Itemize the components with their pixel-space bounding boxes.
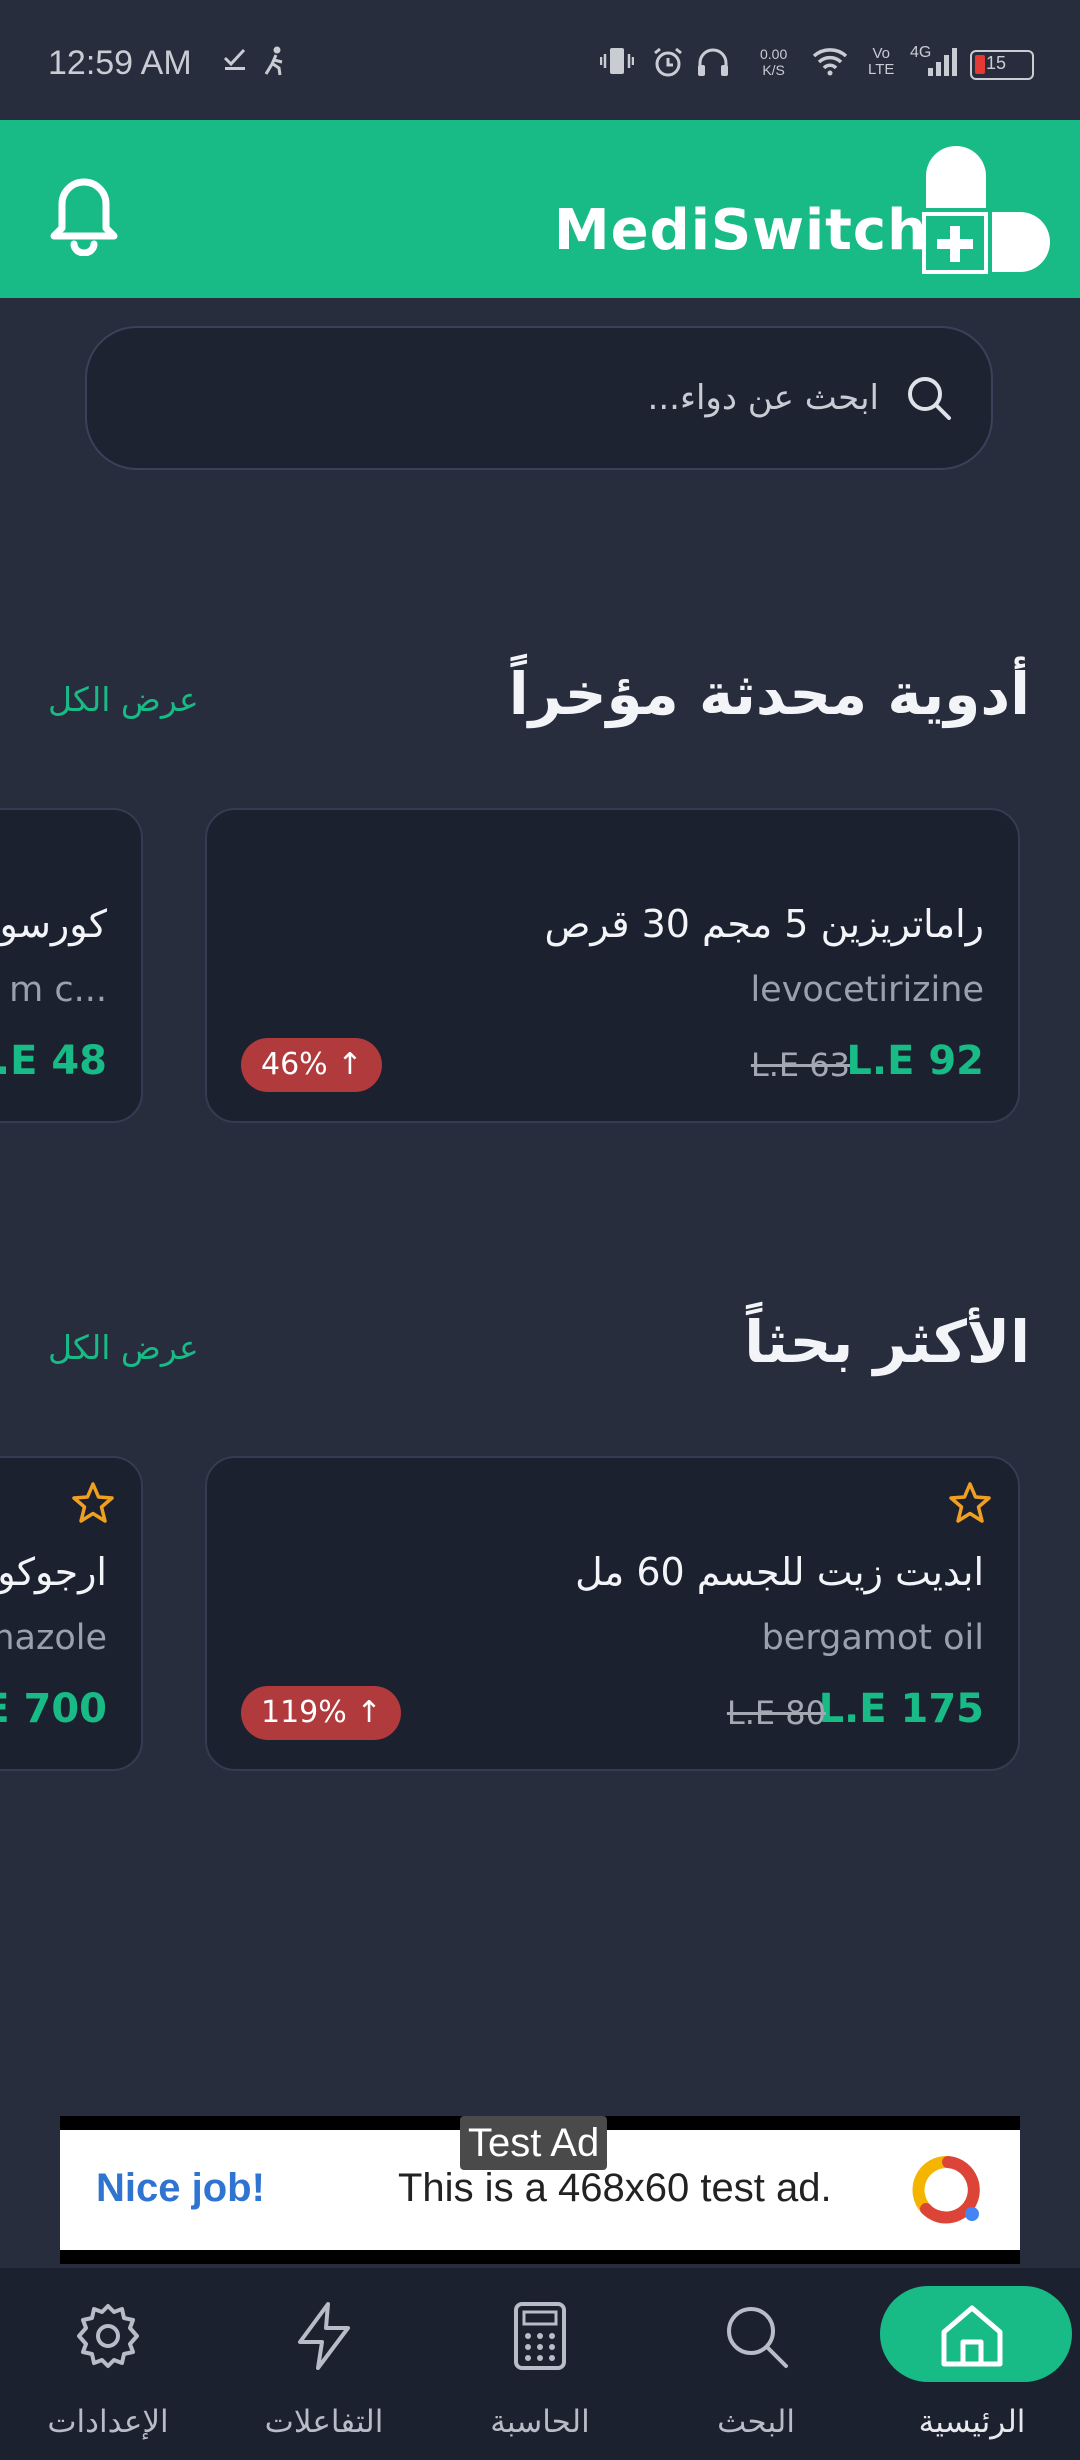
medicine-card[interactable]: راماتريزين 5 مجم 30 قرص levocetirizine L… <box>205 808 1020 1123</box>
volte-bottom: LTE <box>868 61 895 78</box>
volte-top: Vo <box>872 45 890 62</box>
nav-item-calculator[interactable]: الحاسبة <box>432 2268 648 2460</box>
nav-item-settings[interactable]: الإعدادات <box>0 2268 216 2460</box>
nav-label: البحث <box>717 2404 795 2440</box>
network-speed: 0.00 K/S <box>760 46 787 78</box>
vibrate-icon <box>600 48 634 74</box>
arrow-up-icon: ↑ <box>337 1047 363 1082</box>
home-icon <box>941 2305 1003 2367</box>
brand-logo-icon <box>922 146 1050 274</box>
price-change-value: 119% <box>261 1695 347 1730</box>
nav-label: الرئيسية <box>918 2404 1026 2440</box>
brand-name: MediSwitch <box>553 198 928 263</box>
ad-text: This is a 468x60 test ad. <box>398 2166 832 2210</box>
nav-item-home[interactable]: الرئيسية <box>864 2268 1080 2460</box>
alarm-icon <box>654 47 682 77</box>
medicine-card[interactable]: كورسو m c... .E 48 <box>0 808 143 1123</box>
nav-item-interactions[interactable]: التفاعلات <box>216 2268 432 2460</box>
arrow-up-icon: ↑ <box>356 1695 382 1730</box>
medicine-generic: m c... <box>9 970 107 1010</box>
nav-label: الحاسبة <box>490 2404 590 2440</box>
price-change-value: 46% <box>261 1047 328 1082</box>
lightning-icon <box>298 2302 350 2370</box>
ad-label: Test Ad <box>460 2116 608 2170</box>
medicine-generic: bergamot oil <box>761 1618 984 1658</box>
app-header: MediSwitch <box>0 120 1080 298</box>
view-all-recent-link[interactable]: عرض الكل <box>48 680 199 719</box>
search-input[interactable]: ابحث عن دواء... <box>85 326 993 470</box>
star-icon[interactable] <box>69 1480 117 1528</box>
medicine-generic: levocetirizine <box>750 970 984 1010</box>
price-old: L.E 63 <box>750 1046 850 1084</box>
section-title-popular: الأكثر بحثاً <box>744 1308 1030 1376</box>
medicine-name: ابديت زيت للجسم 60 مل <box>575 1550 984 1594</box>
price-change-badge: 119% ↑ <box>241 1686 402 1740</box>
status-time: 12:59 AM <box>48 44 192 82</box>
star-icon[interactable] <box>946 1480 994 1528</box>
bell-icon[interactable] <box>44 166 124 256</box>
medicine-name: كورسو <box>0 902 107 946</box>
medicine-card[interactable]: ابديت زيت للجسم 60 مل bergamot oil L.E 1… <box>205 1456 1020 1771</box>
network-speed-value: 0.00 <box>760 46 788 62</box>
section-title-recent: أدوية محدثة مؤخراً <box>508 660 1030 728</box>
nav-item-search[interactable]: البحث <box>648 2268 864 2460</box>
price-new: L.E 92 <box>846 1038 984 1084</box>
nav-label: الإعدادات <box>47 2404 169 2440</box>
status-bar: 12:59 AM 0.00 K/S Vo LTE 4G 15 <box>0 0 1080 120</box>
search-icon <box>908 377 951 420</box>
network-speed-unit: K/S <box>762 62 785 78</box>
bottom-navigation: الإعدادات التفاعلات الحاسبة البحث الرئيس… <box>0 2268 1080 2460</box>
gear-icon <box>77 2304 139 2368</box>
calculator-icon <box>514 2302 566 2370</box>
price-new: E 700 <box>0 1686 107 1732</box>
ad-logo-icon <box>912 2155 980 2224</box>
search-icon <box>727 2307 788 2368</box>
price-old: L.E 80 <box>726 1694 826 1732</box>
ad-headline: Nice job! <box>96 2166 265 2210</box>
nav-label: التفاعلات <box>264 2404 384 2440</box>
headphones-icon <box>698 48 728 76</box>
price-new: .E 48 <box>0 1038 107 1084</box>
price-change-badge: 46% ↑ <box>241 1038 383 1092</box>
download-done-icon <box>223 48 246 70</box>
price-new: L.E 175 <box>818 1686 984 1732</box>
medicine-generic: nazole <box>0 1618 107 1658</box>
signal-icon <box>928 48 957 76</box>
battery-icon: 15 <box>970 50 1034 80</box>
wifi-icon <box>812 48 848 76</box>
search-placeholder: ابحث عن دواء... <box>647 378 879 418</box>
medicine-name: ارجوكو <box>0 1550 107 1594</box>
walking-icon <box>264 46 283 76</box>
battery-level: 15 <box>986 53 1007 73</box>
view-all-popular-link[interactable]: عرض الكل <box>48 1328 199 1367</box>
medicine-card[interactable]: ارجوكو nazole E 700 <box>0 1456 143 1771</box>
medicine-name: راماتريزين 5 مجم 30 قرص <box>544 902 984 946</box>
volte-indicator: Vo LTE <box>868 46 894 78</box>
